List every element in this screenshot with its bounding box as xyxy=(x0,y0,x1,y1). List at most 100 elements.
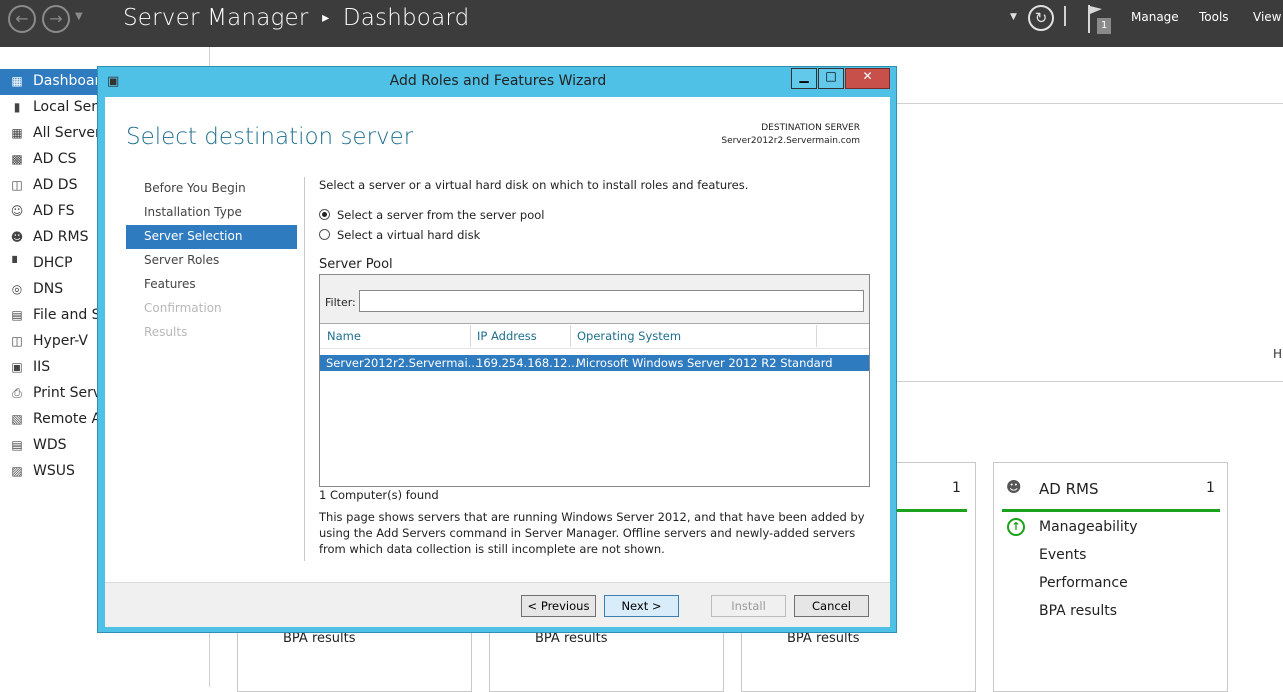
sidebar-item-label: AD CS xyxy=(33,151,77,167)
column-header-name[interactable]: Name xyxy=(327,329,361,343)
minimize-button[interactable]: ▁ xyxy=(791,68,817,89)
sidebar-item-label: WDS xyxy=(33,437,67,453)
radio-selected-icon[interactable] xyxy=(319,209,330,220)
iis-icon: ▣ xyxy=(11,360,23,374)
forward-arrow-icon[interactable]: → xyxy=(42,5,70,33)
step-label: Server Roles xyxy=(144,253,220,267)
cancel-button[interactable]: Cancel xyxy=(794,595,869,617)
tile-events[interactable]: Events xyxy=(1039,547,1086,563)
cell-name: Server2012r2.Servermai... xyxy=(326,356,479,370)
steps-divider xyxy=(304,177,305,561)
step-server-selection[interactable]: Server Selection xyxy=(126,225,297,249)
tile-status-bar xyxy=(897,509,967,512)
history-dropdown-icon[interactable]: ▼ xyxy=(75,11,83,22)
step-label: Server Selection xyxy=(144,229,243,243)
tile-bpa-results[interactable]: BPA results xyxy=(787,631,860,646)
close-button[interactable]: ✕ xyxy=(845,68,890,89)
previous-button[interactable]: < Previous xyxy=(521,595,596,617)
menu-manage[interactable]: Manage xyxy=(1131,10,1179,24)
column-separator[interactable] xyxy=(470,325,471,347)
wds-icon: ▤ xyxy=(11,438,23,452)
cell-ip: 169.254.168.12... xyxy=(476,356,579,370)
tile-title: AD RMS xyxy=(1039,480,1099,498)
column-header-os[interactable]: Operating System xyxy=(577,329,681,343)
hyperv-icon: ◫ xyxy=(11,334,23,348)
dns-icon: ◎ xyxy=(11,282,23,296)
notifications-flag-icon[interactable]: 1 xyxy=(1086,3,1116,35)
tile-count: 1 xyxy=(1206,480,1215,496)
header-divider xyxy=(1064,6,1066,26)
tile-bpa-results[interactable]: BPA results xyxy=(535,631,608,646)
hide-link[interactable]: H xyxy=(1273,347,1282,361)
step-label: Features xyxy=(144,277,196,291)
role-tile-ad-rms[interactable]: ☻ AD RMS 1 ↑ Manageability Events Perfor… xyxy=(993,462,1228,692)
destination-server-label: DESTINATION SERVER xyxy=(761,123,860,133)
notification-count: 1 xyxy=(1101,20,1108,31)
wsus-icon: ▨ xyxy=(11,464,23,478)
radio-server-pool[interactable]: Select a server from the server pool xyxy=(319,208,544,222)
breadcrumb: Server Manager ▸ Dashboard xyxy=(123,5,469,31)
tile-bpa-results[interactable]: BPA results xyxy=(1039,603,1117,619)
cell-os: Microsoft Windows Server 2012 R2 Standar… xyxy=(576,356,833,370)
menu-tools[interactable]: Tools xyxy=(1199,10,1229,24)
step-before-you-begin[interactable]: Before You Begin xyxy=(126,177,297,201)
radio-unselected-icon[interactable] xyxy=(319,229,330,240)
table-row[interactable]: Server2012r2.Servermai... 169.254.168.12… xyxy=(320,355,869,371)
radio-virtual-hard-disk[interactable]: Select a virtual hard disk xyxy=(319,228,480,242)
ad-rms-icon: ☻ xyxy=(1006,478,1022,496)
sidebar-item-label: AD DS xyxy=(33,177,78,193)
maximize-icon: □ xyxy=(825,69,837,83)
header-divider xyxy=(320,348,869,349)
tiles-divider xyxy=(895,381,1283,382)
remote-icon: ▧ xyxy=(11,412,23,426)
sidebar-item-label: File and Storage Services xyxy=(33,307,97,323)
window-title: Add Roles and Features Wizard xyxy=(389,73,607,89)
breadcrumb-separator-icon: ▸ xyxy=(322,10,330,26)
certificate-icon: ▩ xyxy=(11,152,23,166)
server-pool-list: Filter: Name IP Address Operating System… xyxy=(319,274,870,487)
tile-manageability[interactable]: Manageability xyxy=(1039,519,1138,535)
refresh-icon[interactable]: ↻ xyxy=(1028,5,1054,31)
wizard-client-area: Select destination server DESTINATION SE… xyxy=(105,97,890,627)
server-icon: ▮ xyxy=(13,100,21,114)
filter-input[interactable] xyxy=(359,290,864,312)
tile-count: 1 xyxy=(952,480,961,496)
rights-icon: ☻ xyxy=(10,230,24,244)
sidebar-item-label: AD FS xyxy=(33,203,75,219)
refresh-dropdown-icon[interactable]: ▼ xyxy=(1010,12,1017,22)
step-features[interactable]: Features xyxy=(126,273,297,297)
back-arrow-icon[interactable]: ← xyxy=(8,5,36,33)
dashboard-icon: ▦ xyxy=(11,74,23,88)
column-separator[interactable] xyxy=(816,325,817,347)
step-installation-type[interactable]: Installation Type xyxy=(126,201,297,225)
sidebar-item-label: Print Services xyxy=(33,385,97,401)
tile-status-bar xyxy=(1002,509,1220,512)
step-server-roles[interactable]: Server Roles xyxy=(126,249,297,273)
minimize-icon: ▁ xyxy=(799,69,809,83)
maximize-button[interactable]: □ xyxy=(818,68,844,89)
menu-view[interactable]: View xyxy=(1253,10,1281,24)
storage-icon: ▤ xyxy=(11,308,23,322)
status-ok-up-arrow-icon: ↑ xyxy=(1007,518,1025,536)
page-heading: Select destination server xyxy=(126,124,414,150)
step-label: Results xyxy=(144,325,188,339)
column-separator[interactable] xyxy=(570,325,571,347)
radio-label: Select a server from the server pool xyxy=(337,208,545,222)
destination-server-value: Server2012r2.Servermain.com xyxy=(721,136,860,146)
add-roles-wizard-window: ▣ Add Roles and Features Wizard ▁ □ ✕ Se… xyxy=(97,66,897,633)
sidebar-item-label: Hyper-V xyxy=(33,333,88,349)
explanation-note: This page shows servers that are running… xyxy=(319,510,865,556)
tile-bpa-results[interactable]: BPA results xyxy=(283,631,356,646)
sidebar-item-label: AD RMS xyxy=(33,229,89,245)
step-label: Installation Type xyxy=(144,205,242,219)
step-confirmation: Confirmation xyxy=(126,297,297,321)
step-label: Confirmation xyxy=(144,301,222,315)
tile-performance[interactable]: Performance xyxy=(1039,575,1128,591)
printer-icon: ⎙ xyxy=(12,386,22,400)
column-header-ip[interactable]: IP Address xyxy=(477,329,537,343)
computers-found-count: 1 Computer(s) found xyxy=(319,488,439,502)
sidebar-item-label: WSUS xyxy=(33,463,75,479)
sidebar-item-label: DNS xyxy=(33,281,64,297)
next-button[interactable]: Next > xyxy=(604,595,679,617)
step-label: Before You Begin xyxy=(144,181,246,195)
